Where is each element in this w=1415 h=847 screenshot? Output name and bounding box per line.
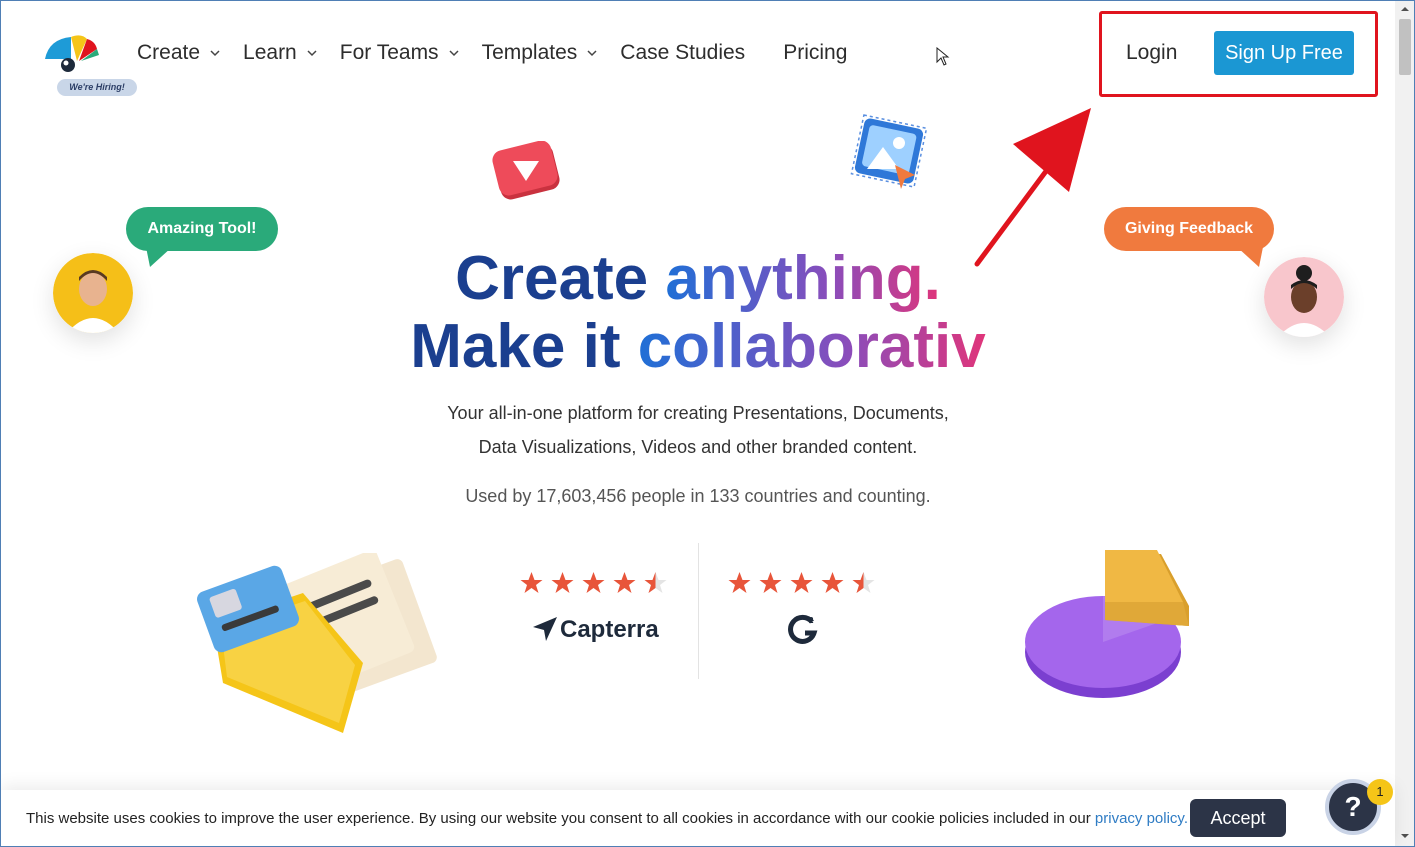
svg-text:2: 2: [809, 616, 814, 625]
scrollbar-thumb[interactable]: [1399, 19, 1411, 75]
cookie-message: This website uses cookies to improve the…: [26, 810, 1095, 827]
accept-cookies-button[interactable]: Accept: [1190, 799, 1286, 837]
help-notification-badge: 1: [1367, 779, 1393, 805]
star-icon: [582, 572, 605, 593]
headline-1-part-a: Create: [455, 244, 666, 313]
pie-chart-illustration-icon: [1025, 550, 1189, 698]
cookie-banner: This website uses cookies to improve the…: [1, 790, 1395, 846]
nav-case-studies[interactable]: Case Studies: [620, 41, 745, 65]
ratings-divider: [698, 543, 699, 679]
nav-pricing-label: Pricing: [783, 41, 848, 64]
hero-headline-line-2: Make it collaborativ: [1, 313, 1395, 381]
sign-up-button[interactable]: Sign Up Free: [1214, 31, 1354, 75]
star-icon: [520, 572, 543, 593]
folder-illustration-icon: [197, 553, 437, 733]
main-nav: Create Learn For Teams Templates Case St…: [137, 39, 885, 67]
nav-learn[interactable]: Learn: [243, 41, 340, 65]
privacy-policy-link[interactable]: privacy policy.: [1095, 810, 1188, 827]
scroll-down-arrow-icon[interactable]: [1400, 831, 1410, 841]
g2-stars: [727, 571, 876, 595]
nav-templates[interactable]: Templates: [482, 41, 621, 65]
chevron-down-icon: [210, 50, 220, 57]
half-star-icon: [852, 572, 875, 593]
headline-2-part-b: collaborativ: [637, 312, 986, 381]
chevron-down-icon: [307, 50, 317, 57]
half-star-icon: [644, 572, 667, 593]
scrollbar-track[interactable]: [1395, 1, 1414, 846]
image-selection-icon: [850, 114, 928, 189]
nav-for-teams-label: For Teams: [339, 41, 439, 64]
hiring-badge[interactable]: We're Hiring!: [57, 79, 137, 96]
star-icon: [790, 572, 813, 593]
hero-subtitle-line-1: Your all-in-one platform for creating Pr…: [447, 403, 949, 423]
play-button-icon: [492, 141, 560, 200]
chevron-down-icon: [587, 50, 597, 57]
capterra-stars: [519, 571, 668, 595]
chevron-down-icon: [449, 50, 459, 57]
capterra-brand: Capterra: [560, 616, 659, 643]
nav-learn-label: Learn: [243, 41, 297, 64]
nav-create[interactable]: Create: [137, 41, 243, 65]
star-icon: [551, 572, 574, 593]
star-icon: [728, 572, 751, 593]
page: We're Hiring! Create Learn For Teams Tem…: [0, 0, 1415, 847]
g2-logo-icon: 2: [788, 614, 818, 644]
headline-2-part-a: Make it: [410, 312, 638, 381]
hero-headline-line-1: Create anything.: [1, 245, 1395, 313]
headline-1-part-b: anything.: [665, 244, 941, 313]
scroll-up-arrow-icon[interactable]: [1400, 4, 1410, 14]
star-icon: [613, 572, 636, 593]
capterra-logo-icon: [533, 617, 557, 641]
mouse-cursor-icon: [936, 47, 950, 66]
star-icon: [759, 572, 782, 593]
nav-for-teams[interactable]: For Teams: [340, 41, 482, 65]
login-link[interactable]: Login: [1126, 41, 1177, 65]
nav-create-label: Create: [137, 41, 201, 64]
usage-stat: Used by 17,603,456 people in 133 countri…: [465, 486, 931, 506]
star-icon: [821, 572, 844, 593]
nav-pricing[interactable]: Pricing: [783, 41, 847, 65]
nav-templates-label: Templates: [481, 41, 578, 64]
nav-case-studies-label: Case Studies: [620, 41, 746, 64]
hero-subtitle-line-2: Data Visualizations, Videos and other br…: [478, 437, 918, 457]
cookie-text: This website uses cookies to improve the…: [26, 810, 1188, 827]
